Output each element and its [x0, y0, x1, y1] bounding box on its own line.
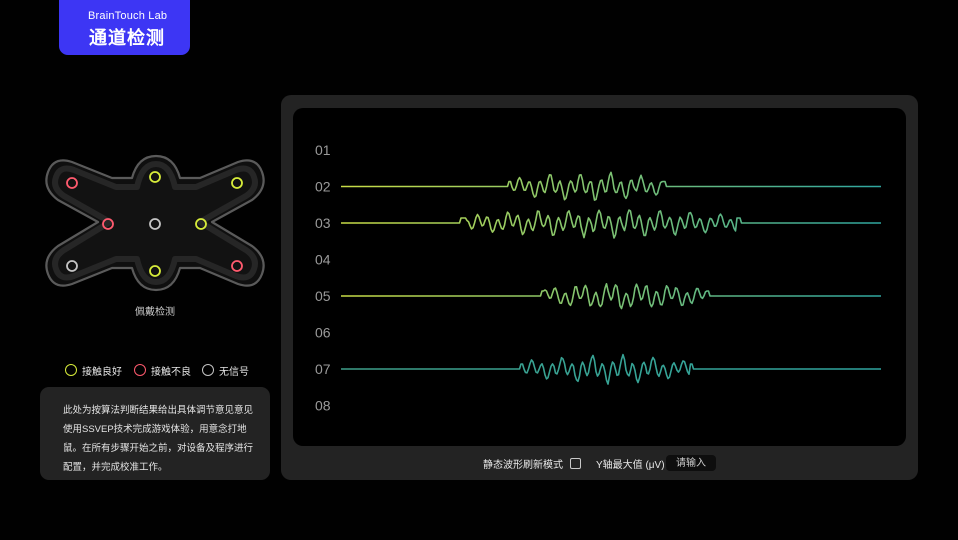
- channel-label: 07: [315, 361, 331, 377]
- ymax-control: Y轴最大值 (μV)：: [596, 455, 675, 471]
- channel-label: 05: [315, 288, 331, 304]
- brand-subtitle: BrainTouch Lab: [88, 10, 168, 22]
- legend-label: 接触不良: [151, 366, 191, 378]
- channel-label: 06: [315, 325, 331, 341]
- brand-badge: BrainTouch Lab 通道检测: [59, 0, 190, 55]
- channel-trace-02: [341, 171, 881, 201]
- device-caption: 佩戴检测: [135, 307, 175, 318]
- headset-diagram: [40, 150, 270, 295]
- channel-label: 02: [315, 179, 331, 195]
- channel-trace-03: [341, 209, 881, 239]
- legend-none: 无信号: [202, 362, 249, 378]
- page-title: 通道检测: [89, 28, 165, 48]
- channel-label: 04: [315, 252, 331, 268]
- waveform-plot: 01 02 03 04 05 06 07 08: [293, 108, 906, 446]
- legend-bad: 接触不良: [134, 362, 191, 378]
- static-mode-checkbox[interactable]: [570, 457, 581, 469]
- legend-label: 无信号: [219, 366, 249, 378]
- adjustment-advice: 此处为按算法判断结果给出具体调节意见意见使用SSVEP技术完成游戏体验，用意念打…: [40, 387, 270, 480]
- legend-label: 接触良好: [82, 366, 122, 378]
- legend-good: 接触良好: [65, 362, 122, 378]
- channel-label: 08: [315, 398, 331, 414]
- channel-label: 01: [315, 142, 331, 158]
- channel-trace-07: [341, 353, 881, 385]
- good-contact-icon: [65, 364, 77, 376]
- channel-label: 03: [315, 215, 331, 231]
- channel-trace-05: [341, 283, 881, 310]
- no-signal-icon: [202, 364, 214, 376]
- static-mode-label: 静态波形刷新模式: [483, 459, 563, 471]
- bad-contact-icon: [134, 364, 146, 376]
- ymax-input[interactable]: [666, 455, 716, 471]
- ymax-label: Y轴最大值 (μV)：: [596, 459, 675, 471]
- static-mode-control: 静态波形刷新模式: [483, 455, 581, 471]
